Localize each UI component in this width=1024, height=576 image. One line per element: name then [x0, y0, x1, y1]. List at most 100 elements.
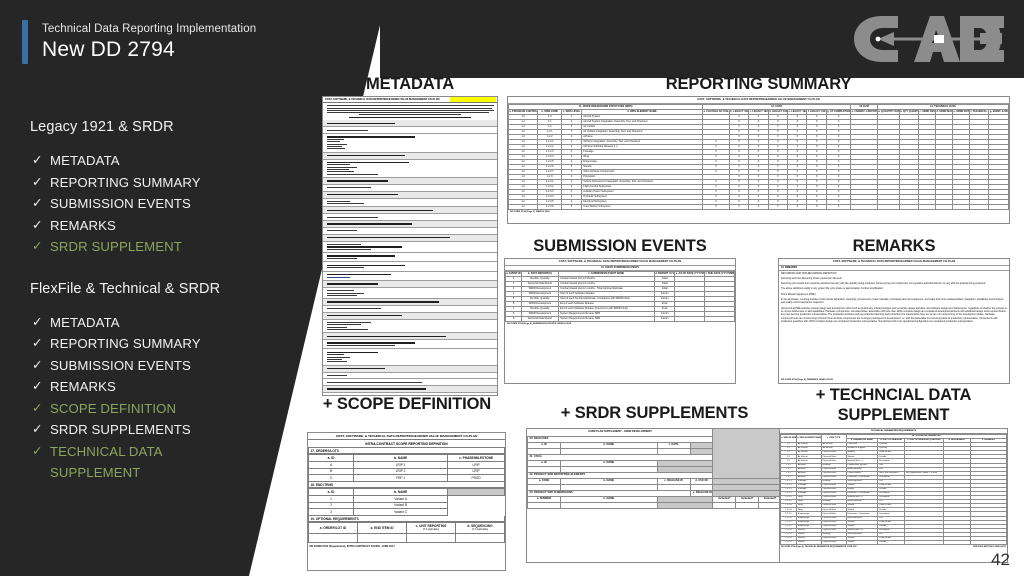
- slide-kicker: Technical Data Reporting Implementation: [42, 23, 257, 35]
- cell[interactable]: LRIP 1: [353, 460, 449, 469]
- reporting-summary-thumbnail[interactable]: COST, SOFTWARE, & TECHNICAL DATA REPORTI…: [507, 96, 1010, 224]
- table-row[interactable]: [308, 533, 505, 544]
- scope-definition-thumbnail[interactable]: COST, SOFTWARE, & TECHNICAL DATA REPORTI…: [307, 432, 506, 571]
- cell[interactable]: LRIP: [447, 460, 505, 469]
- cell[interactable]: [898, 203, 920, 210]
- cell[interactable]: [357, 533, 407, 544]
- table-row[interactable]: 3 Variant C: [308, 508, 505, 516]
- table-row[interactable]: 9 Technical Data Report System Requirement…: [505, 315, 735, 322]
- cell[interactable]: [527, 501, 562, 509]
- cell[interactable]: Technical Data Report: [521, 315, 559, 322]
- col-header-text: d. SEQUENCING: [467, 523, 493, 528]
- list-item[interactable]: ✓ REPORTING SUMMARY: [30, 333, 270, 355]
- cell[interactable]: Variant B: [353, 501, 449, 510]
- table-row[interactable]: A LRIP 1 LRIP: [308, 460, 505, 469]
- list-item-highlighted[interactable]: ✓ SRDR SUPPLEMENT: [30, 236, 270, 258]
- list-item[interactable]: ✓ METADATA: [30, 150, 270, 172]
- list-item[interactable]: ✓ SRDR SUPPLEMENTS: [30, 419, 270, 441]
- metadata-section: [323, 385, 497, 393]
- list-item[interactable]: ✓ REPORTING SUMMARY: [30, 172, 270, 194]
- cell[interactable]: 3: [308, 508, 355, 516]
- col-header: a. ORDER/LOT ID: [308, 522, 358, 535]
- cell[interactable]: 2: [308, 501, 355, 510]
- cell[interactable]: Nacelle: [795, 540, 822, 546]
- list-item-highlighted[interactable]: ✓ TECHNICAL DATA: [30, 441, 270, 463]
- cell[interactable]: [942, 540, 971, 546]
- cell[interactable]: Interim: [653, 315, 676, 322]
- remarks-body: RECURRING AND NON-RECURRING DEFINITION Re…: [779, 271, 1009, 325]
- table-row[interactable]: 2 Variant B: [308, 501, 505, 510]
- list-item[interactable]: ✓ METADATA: [30, 312, 270, 334]
- remarks-thumbnail[interactable]: COST, SOFTWARE, & TECHNICAL DATA REPORTI…: [778, 258, 1010, 384]
- list-item[interactable]: ✓ REMARKS: [30, 376, 270, 398]
- cell[interactable]: [704, 315, 735, 322]
- cell[interactable]: [904, 540, 944, 546]
- cell[interactable]: B: [308, 467, 355, 476]
- metadata-field: [323, 185, 497, 192]
- cell[interactable]: [952, 203, 971, 210]
- cell[interactable]: [850, 203, 878, 210]
- cell[interactable]: X: [728, 203, 750, 210]
- cell[interactable]: X: [806, 203, 827, 210]
- cell[interactable]: [674, 315, 706, 322]
- table-row[interactable]: B LRIP 2 LRIP: [308, 467, 505, 476]
- cell[interactable]: [308, 533, 358, 544]
- metadata-form-thumbnail[interactable]: COST, SOFTWARE, & TECHNICAL DATA REPORTI…: [322, 96, 498, 396]
- cell[interactable]: 9: [505, 315, 523, 322]
- cell[interactable]: X: [787, 203, 808, 210]
- table-row[interactable]: C FRP 1 PROD: [308, 474, 505, 482]
- reporting-summary-footer: DD FORM 2794 (Page 3), MARCH 2018: [510, 210, 550, 213]
- cell[interactable]: Physical/Other: [820, 540, 847, 546]
- list-item-highlighted[interactable]: ✓ SCOPE DEFINITION: [30, 398, 270, 420]
- table-row[interactable]: 1 Variant A: [308, 494, 505, 503]
- technical-data-footer: DD FORM 2794 (Page 6), TECHNICAL PARAMET…: [780, 545, 1007, 548]
- table-row[interactable]: 1.2.2.6 Nacelle Physical/Other Weight Pounds: [780, 540, 1007, 546]
- cell[interactable]: [935, 203, 954, 210]
- cell[interactable]: [406, 533, 456, 544]
- cell-wbs-name[interactable]: Crew Station Subsystem: [580, 203, 704, 210]
- submission-events-body: 1 FlexFile, Quantity Contract Award plus 1…: [505, 275, 735, 322]
- table-row[interactable]: [527, 501, 782, 509]
- cell[interactable]: Variant C: [353, 508, 449, 516]
- cell[interactable]: [969, 203, 990, 210]
- cell[interactable]: 1.2.3.6: [537, 203, 563, 210]
- cell[interactable]: FRP 1: [353, 474, 449, 482]
- list-item[interactable]: ✓ SUBMISSION EVENTS: [30, 355, 270, 377]
- cell[interactable]: Variant A: [353, 494, 449, 503]
- metadata-field: [323, 228, 497, 235]
- cell[interactable]: [918, 203, 937, 210]
- cell[interactable]: LRIP: [447, 467, 505, 476]
- cell[interactable]: 1.2.2.6: [780, 540, 797, 546]
- cell[interactable]: PROD: [447, 474, 505, 482]
- technical-data-supplement-thumbnail[interactable]: TECHNICAL PARAMETER REQUIREMENTS a. WBS …: [779, 428, 1008, 563]
- cell[interactable]: [712, 501, 737, 509]
- cell[interactable]: LRIP 2: [353, 467, 449, 476]
- cell[interactable]: Weight: [845, 540, 879, 546]
- cell[interactable]: [988, 203, 1009, 210]
- cell[interactable]: [735, 501, 760, 509]
- cell[interactable]: C: [308, 474, 355, 482]
- cell[interactable]: 1.2: [508, 203, 539, 210]
- metadata-field: [323, 253, 497, 263]
- cell[interactable]: [455, 533, 505, 544]
- cell[interactable]: [876, 203, 900, 210]
- table-title-row: CSDR PLAN SUPPLEMENT - SRDR DEVELOPMENT: [527, 429, 782, 479]
- table-row[interactable]: 1.2 1.2.3.6 4 Crew Station Subsystem X X X X X X X: [508, 203, 1009, 210]
- cell[interactable]: X: [748, 203, 769, 210]
- col-header-text: c. UNIT REPORTING: [415, 523, 447, 528]
- cell[interactable]: A: [308, 460, 355, 469]
- cell[interactable]: Pounds: [877, 540, 906, 546]
- submission-events-thumbnail[interactable]: COST, SOFTWARE, & TECHNICAL DATA REPORTI…: [504, 258, 736, 384]
- srdr-supplement-thumbnail[interactable]: CSDR PLAN SUPPLEMENT - SRDR DEVELOPMENT …: [526, 428, 783, 563]
- metadata-section: [323, 152, 497, 160]
- cell[interactable]: [969, 540, 1007, 546]
- cell[interactable]: X: [825, 203, 852, 210]
- cell[interactable]: X: [702, 203, 730, 210]
- list-item[interactable]: ✓ SUBMISSION EVENTS: [30, 193, 270, 215]
- cell[interactable]: [560, 501, 658, 509]
- list-item[interactable]: ✓ REMARKS: [30, 215, 270, 237]
- cell[interactable]: 1: [308, 494, 355, 503]
- cell[interactable]: X: [767, 203, 789, 210]
- cell[interactable]: 4: [561, 203, 582, 210]
- cell[interactable]: System Requirements Review, SRR: [557, 315, 655, 322]
